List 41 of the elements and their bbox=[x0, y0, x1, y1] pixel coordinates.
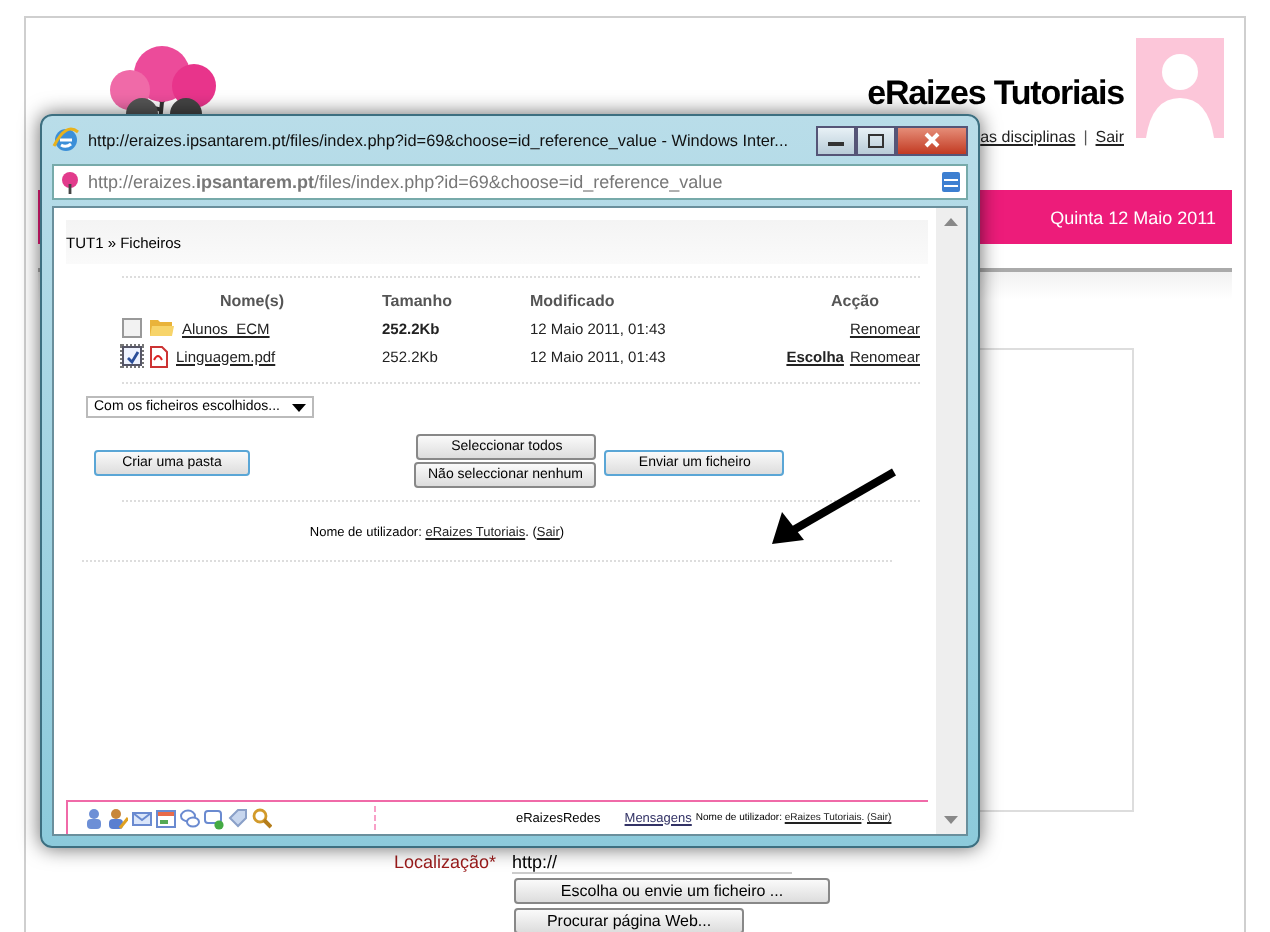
browser-e-icon bbox=[52, 126, 80, 154]
date-text: Quinta 12 Maio 2011 bbox=[1050, 207, 1216, 227]
search-icon[interactable] bbox=[252, 807, 272, 829]
pdf-file-icon bbox=[150, 345, 168, 367]
compatibility-view-icon[interactable] bbox=[942, 172, 960, 192]
tree-favicon-icon bbox=[60, 171, 80, 193]
address-field[interactable]: http://eraizes.ipsantarem.pt/files/index.php?id=69&choose=id_reference_value bbox=[52, 164, 968, 200]
scrollbar[interactable] bbox=[936, 208, 966, 834]
column-header: Tamanho bbox=[382, 291, 454, 309]
row-checkbox[interactable] bbox=[122, 346, 142, 366]
header-link[interactable]: Sair bbox=[1095, 128, 1124, 146]
chat-add-icon[interactable] bbox=[204, 807, 224, 829]
row-checkbox[interactable] bbox=[122, 318, 142, 338]
window-title: http://eraizes.ipsantarem.pt/files/index.php?id=69&choose=id_reference_value - Windows Inter... bbox=[88, 131, 788, 149]
scroll-down-icon[interactable] bbox=[944, 816, 958, 824]
user-edit-icon[interactable] bbox=[108, 807, 128, 829]
form-button[interactable]: Procurar página Web... bbox=[514, 908, 744, 932]
column-header: Nome(s) bbox=[217, 291, 286, 309]
tag-icon[interactable] bbox=[228, 807, 248, 829]
column-header: Acção bbox=[828, 291, 881, 309]
maximize-button[interactable] bbox=[856, 125, 896, 155]
person-icon[interactable] bbox=[84, 807, 104, 829]
minimize-button[interactable] bbox=[816, 125, 856, 155]
column-header: Modificado bbox=[528, 291, 617, 309]
location-label: Localização* bbox=[394, 852, 497, 874]
envelope-icon[interactable] bbox=[132, 807, 152, 829]
dropdown-caret-icon bbox=[291, 403, 306, 411]
folder-icon bbox=[150, 318, 174, 338]
calendar-icon[interactable] bbox=[156, 807, 176, 829]
scroll-up-icon[interactable] bbox=[944, 218, 958, 226]
header-link[interactable]: as disciplinas bbox=[980, 128, 1076, 146]
close-icon bbox=[924, 132, 940, 148]
chat-icon[interactable] bbox=[180, 807, 200, 829]
avatar-silhouette-icon bbox=[1136, 38, 1224, 138]
site-title: eRaizes Tutoriais bbox=[867, 74, 1124, 114]
close-button[interactable] bbox=[896, 125, 968, 155]
maximize-icon bbox=[868, 133, 884, 147]
link-separator: | bbox=[1083, 128, 1088, 146]
form-button[interactable]: Escolha ou envie um ficheiro ... bbox=[514, 878, 830, 904]
pointer-arrow-drawing bbox=[770, 468, 898, 548]
url-input-field[interactable]: http:// bbox=[512, 852, 793, 874]
